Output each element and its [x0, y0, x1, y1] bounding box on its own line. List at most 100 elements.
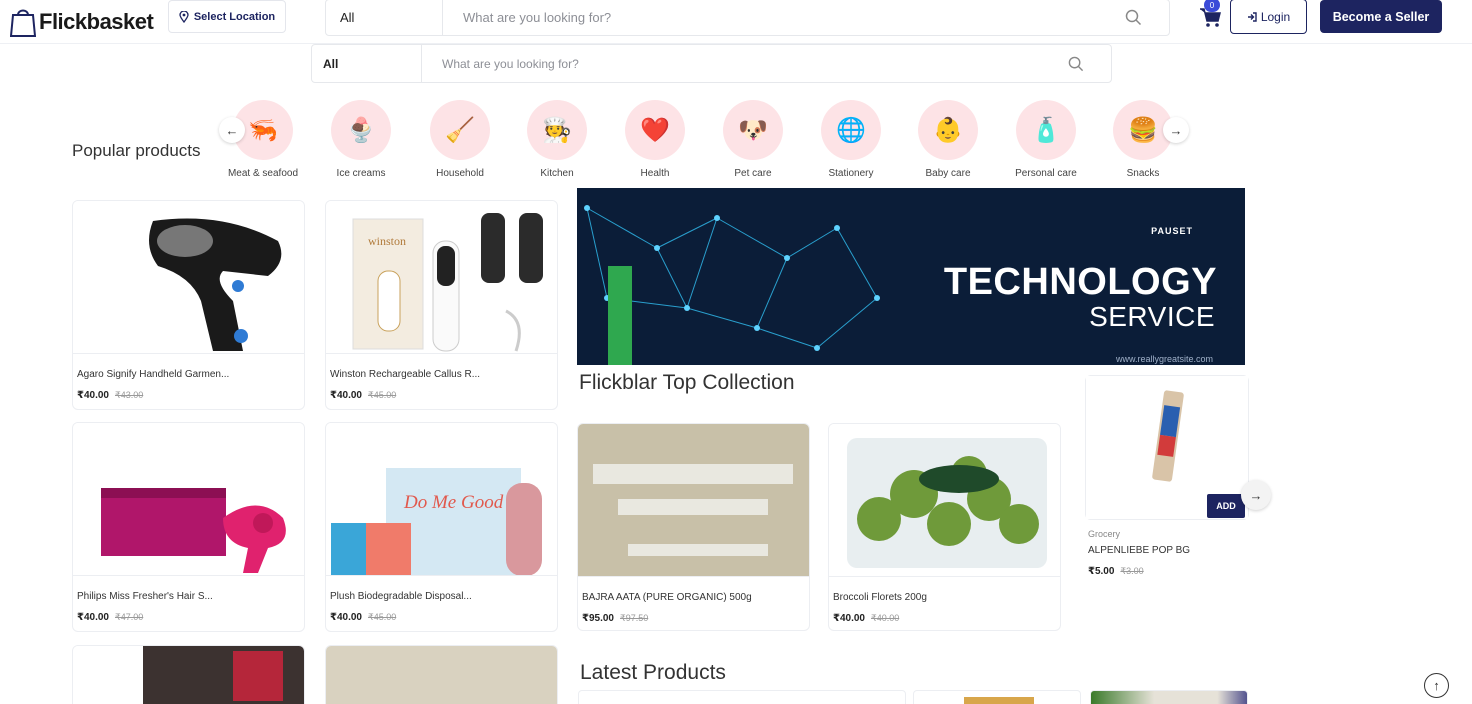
arrow-right-icon: →: [1169, 122, 1183, 138]
secondary-search-category-select[interactable]: All: [312, 45, 422, 82]
category-baby-care[interactable]: 👶 Baby care: [908, 100, 988, 179]
shopping-bag-icon: [10, 9, 36, 37]
location-label: Select Location: [193, 10, 276, 23]
product-price: ₹40.00 ₹43.00: [77, 390, 144, 401]
baby-care-icon: 👶: [918, 100, 978, 160]
category-label: Stationery: [828, 168, 874, 179]
product-price: ₹40.00 ₹47.00: [77, 612, 144, 623]
banner-subtitle: SERVICE: [1089, 301, 1215, 332]
search-icon: [1125, 9, 1141, 26]
product-name: Plush Biodegradable Disposal...: [330, 591, 472, 602]
category-label: Personal care: [1015, 168, 1077, 179]
health-icon: ❤️: [625, 100, 685, 160]
search-button[interactable]: [1097, 0, 1169, 35]
top-collection-title: Flickblar Top Collection: [579, 371, 795, 394]
product-image: [1091, 691, 1247, 704]
pet-care-icon: 🐶: [723, 100, 783, 160]
latest-product-card[interactable]: [1090, 690, 1248, 704]
product-image-hair-styler: [73, 423, 304, 576]
add-to-cart-button[interactable]: ADD: [1207, 494, 1245, 518]
product-card[interactable]: Philips Miss Fresher's Hair S... ₹40.00 ₹…: [72, 422, 305, 632]
category-pet-care[interactable]: 🐶 Pet care: [713, 100, 793, 179]
product-old-price: ₹97.50: [619, 613, 649, 623]
category-label: Meat & seafood: [227, 168, 299, 179]
category-personal-care[interactable]: 🧴 Personal care: [1006, 100, 1086, 179]
select-location-button[interactable]: Select Location: [168, 0, 286, 33]
product-card[interactable]: Agaro Signify Handheld Garmen... ₹40.00 ₹…: [72, 200, 305, 410]
header-search-bar: All What are you looking for?: [325, 0, 1170, 36]
logo-text: Flickbasket: [39, 9, 154, 34]
technology-service-banner[interactable]: PAUSET TECHNOLOGY SERVICE www.reallygrea…: [577, 188, 1245, 365]
product-old-price: ₹40.00: [870, 613, 900, 623]
product-image-grain-pack: [326, 646, 557, 704]
featured-old-price: ₹3.00: [1120, 566, 1144, 576]
product-image: [964, 697, 1034, 704]
svg-text:winston: winston: [368, 234, 406, 248]
product-card[interactable]: [325, 645, 558, 704]
site-logo[interactable]: Flickbasket: [10, 2, 154, 42]
category-label: Pet care: [734, 168, 772, 179]
product-image-bajra-aata: [578, 424, 809, 577]
category-ice-creams[interactable]: 🍨 Ice creams: [321, 100, 401, 179]
banner-url: www.reallygreatsite.com: [1115, 354, 1213, 364]
product-name: Winston Rechargeable Callus R...: [330, 369, 481, 380]
latest-products-title: Latest Products: [580, 661, 726, 684]
secondary-search-input[interactable]: What are you looking for?: [422, 45, 1041, 82]
search-category-select[interactable]: All: [326, 0, 443, 35]
arrow-left-icon: ←: [225, 122, 239, 138]
latest-product-card[interactable]: [913, 690, 1081, 704]
category-label: Health: [640, 168, 670, 179]
collection-card[interactable]: Broccoli Florets 200g ₹40.00 ₹40.00: [828, 423, 1061, 631]
become-seller-button[interactable]: Become a Seller: [1320, 0, 1442, 33]
product-price: ₹95.00 ₹97.50: [582, 613, 649, 624]
product-old-price: ₹45.00: [367, 612, 397, 622]
product-old-price: ₹43.00: [114, 390, 144, 400]
product-image-garment-steamer: [73, 201, 304, 354]
latest-product-card[interactable]: [578, 690, 906, 704]
personal-care-icon: 🧴: [1016, 100, 1076, 160]
category-health[interactable]: ❤️ Health: [615, 100, 695, 179]
cart-count-badge: 0: [1204, 0, 1220, 12]
search-input[interactable]: What are you looking for?: [443, 0, 1097, 35]
category-kitchen[interactable]: 🧑‍🍳 Kitchen: [517, 100, 597, 179]
product-name: Agaro Signify Handheld Garmen...: [77, 369, 230, 380]
product-card[interactable]: Do Me Good Plush Biodegradable Disposal.…: [325, 422, 558, 632]
category-label: Snacks: [1126, 168, 1160, 179]
product-card[interactable]: winston Winston Rechargeable Callus R...…: [325, 200, 558, 410]
collection-next-button[interactable]: →: [1241, 480, 1271, 510]
kitchen-icon: 🧑‍🍳: [527, 100, 587, 160]
category-label: Kitchen: [540, 168, 574, 179]
product-price: ₹40.00 ₹45.00: [330, 390, 397, 401]
product-image-broccoli: [829, 424, 1060, 577]
secondary-search-button[interactable]: [1041, 45, 1111, 82]
login-icon: [1247, 11, 1257, 22]
category-stationery[interactable]: 🌐 Stationery: [811, 100, 891, 179]
collection-card[interactable]: BAJRA AATA (PURE ORGANIC) 500g ₹95.00 ₹97…: [577, 423, 810, 631]
household-icon: 🧹: [430, 100, 490, 160]
login-button[interactable]: Login: [1230, 0, 1307, 34]
product-old-price: ₹45.00: [367, 390, 397, 400]
product-image-do-me-good-kit: Do Me Good: [326, 423, 557, 576]
category-household[interactable]: 🧹 Household: [420, 100, 500, 179]
stationery-icon: 🌐: [821, 100, 881, 160]
banner-title: TECHNOLOGY: [943, 261, 1217, 303]
category-carousel: 🦐 Meat & seafood 🍨 Ice creams 🧹 Househol…: [218, 100, 1198, 182]
scroll-to-top-button[interactable]: ↑: [1424, 673, 1449, 698]
location-pin-icon: [179, 10, 189, 23]
product-old-price: ₹47.00: [114, 612, 144, 622]
carousel-prev-button[interactable]: ←: [219, 117, 245, 143]
featured-price: ₹5.00 ₹3.00: [1088, 566, 1144, 577]
ice-cream-icon: 🍨: [331, 100, 391, 160]
product-name: Philips Miss Fresher's Hair S...: [77, 591, 213, 602]
arrow-right-icon: →: [1249, 487, 1263, 503]
login-label: Login: [1260, 9, 1291, 24]
svg-text:Do Me Good: Do Me Good: [403, 492, 504, 513]
category-label: Ice creams: [336, 168, 386, 179]
secondary-search-bar: All What are you looking for?: [311, 44, 1112, 83]
site-header: Flickbasket Select Location All What are…: [0, 0, 1472, 44]
product-card[interactable]: [72, 645, 305, 704]
product-name: BAJRA AATA (PURE ORGANIC) 500g: [582, 592, 752, 603]
arrow-up-icon: ↑: [1433, 678, 1440, 693]
product-name: Broccoli Florets 200g: [833, 592, 927, 603]
carousel-next-button[interactable]: →: [1163, 117, 1189, 143]
